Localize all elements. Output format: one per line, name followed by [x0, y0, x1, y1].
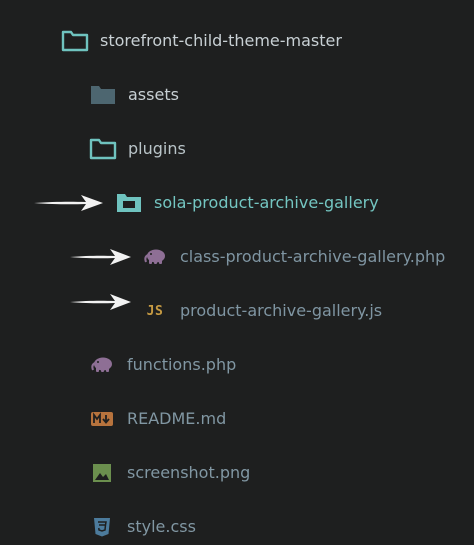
image-icon: [87, 461, 117, 485]
css-icon: [87, 515, 117, 539]
annotation-arrow-icon: [34, 195, 103, 211]
file-functions-php[interactable]: functions.php: [87, 350, 236, 380]
php-icon: [140, 245, 170, 269]
folder-assets[interactable]: assets: [88, 80, 179, 110]
folder-sola-product-archive-gallery[interactable]: sola-product-archive-gallery: [114, 188, 379, 218]
folder-label: storefront-child-theme-master: [100, 31, 342, 50]
folder-open-icon: [88, 137, 118, 161]
file-product-archive-gallery-js[interactable]: JS product-archive-gallery.js: [140, 296, 382, 326]
file-label: screenshot.png: [127, 463, 251, 482]
js-icon-text: JS: [146, 303, 164, 319]
markdown-icon: [87, 407, 117, 431]
file-label: class-product-archive-gallery.php: [180, 247, 446, 266]
file-label: README.md: [127, 409, 227, 428]
annotation-arrow-icon: [70, 249, 131, 265]
folder-closed-icon: [88, 83, 118, 107]
folder-plugins[interactable]: plugins: [88, 134, 186, 164]
php-icon: [87, 353, 117, 377]
file-label: style.css: [127, 517, 196, 536]
file-readme-md[interactable]: README.md: [87, 404, 226, 434]
folder-label: plugins: [128, 139, 186, 158]
folder-open-icon: [60, 29, 90, 53]
file-label: functions.php: [127, 355, 237, 374]
folder-open-icon: [114, 191, 144, 215]
file-label: product-archive-gallery.js: [180, 301, 383, 320]
annotation-arrow-icon: [70, 294, 131, 310]
folder-label: sola-product-archive-gallery: [154, 193, 379, 212]
js-icon: JS: [140, 299, 170, 323]
folder-label: assets: [128, 85, 179, 104]
folder-storefront-child-theme-master[interactable]: storefront-child-theme-master: [60, 26, 342, 56]
file-screenshot-png[interactable]: screenshot.png: [87, 458, 250, 488]
file-style-css[interactable]: style.css: [87, 512, 196, 542]
file-explorer-tree: storefront-child-theme-master assets plu…: [0, 0, 474, 545]
file-class-product-archive-gallery-php[interactable]: class-product-archive-gallery.php: [140, 242, 445, 272]
